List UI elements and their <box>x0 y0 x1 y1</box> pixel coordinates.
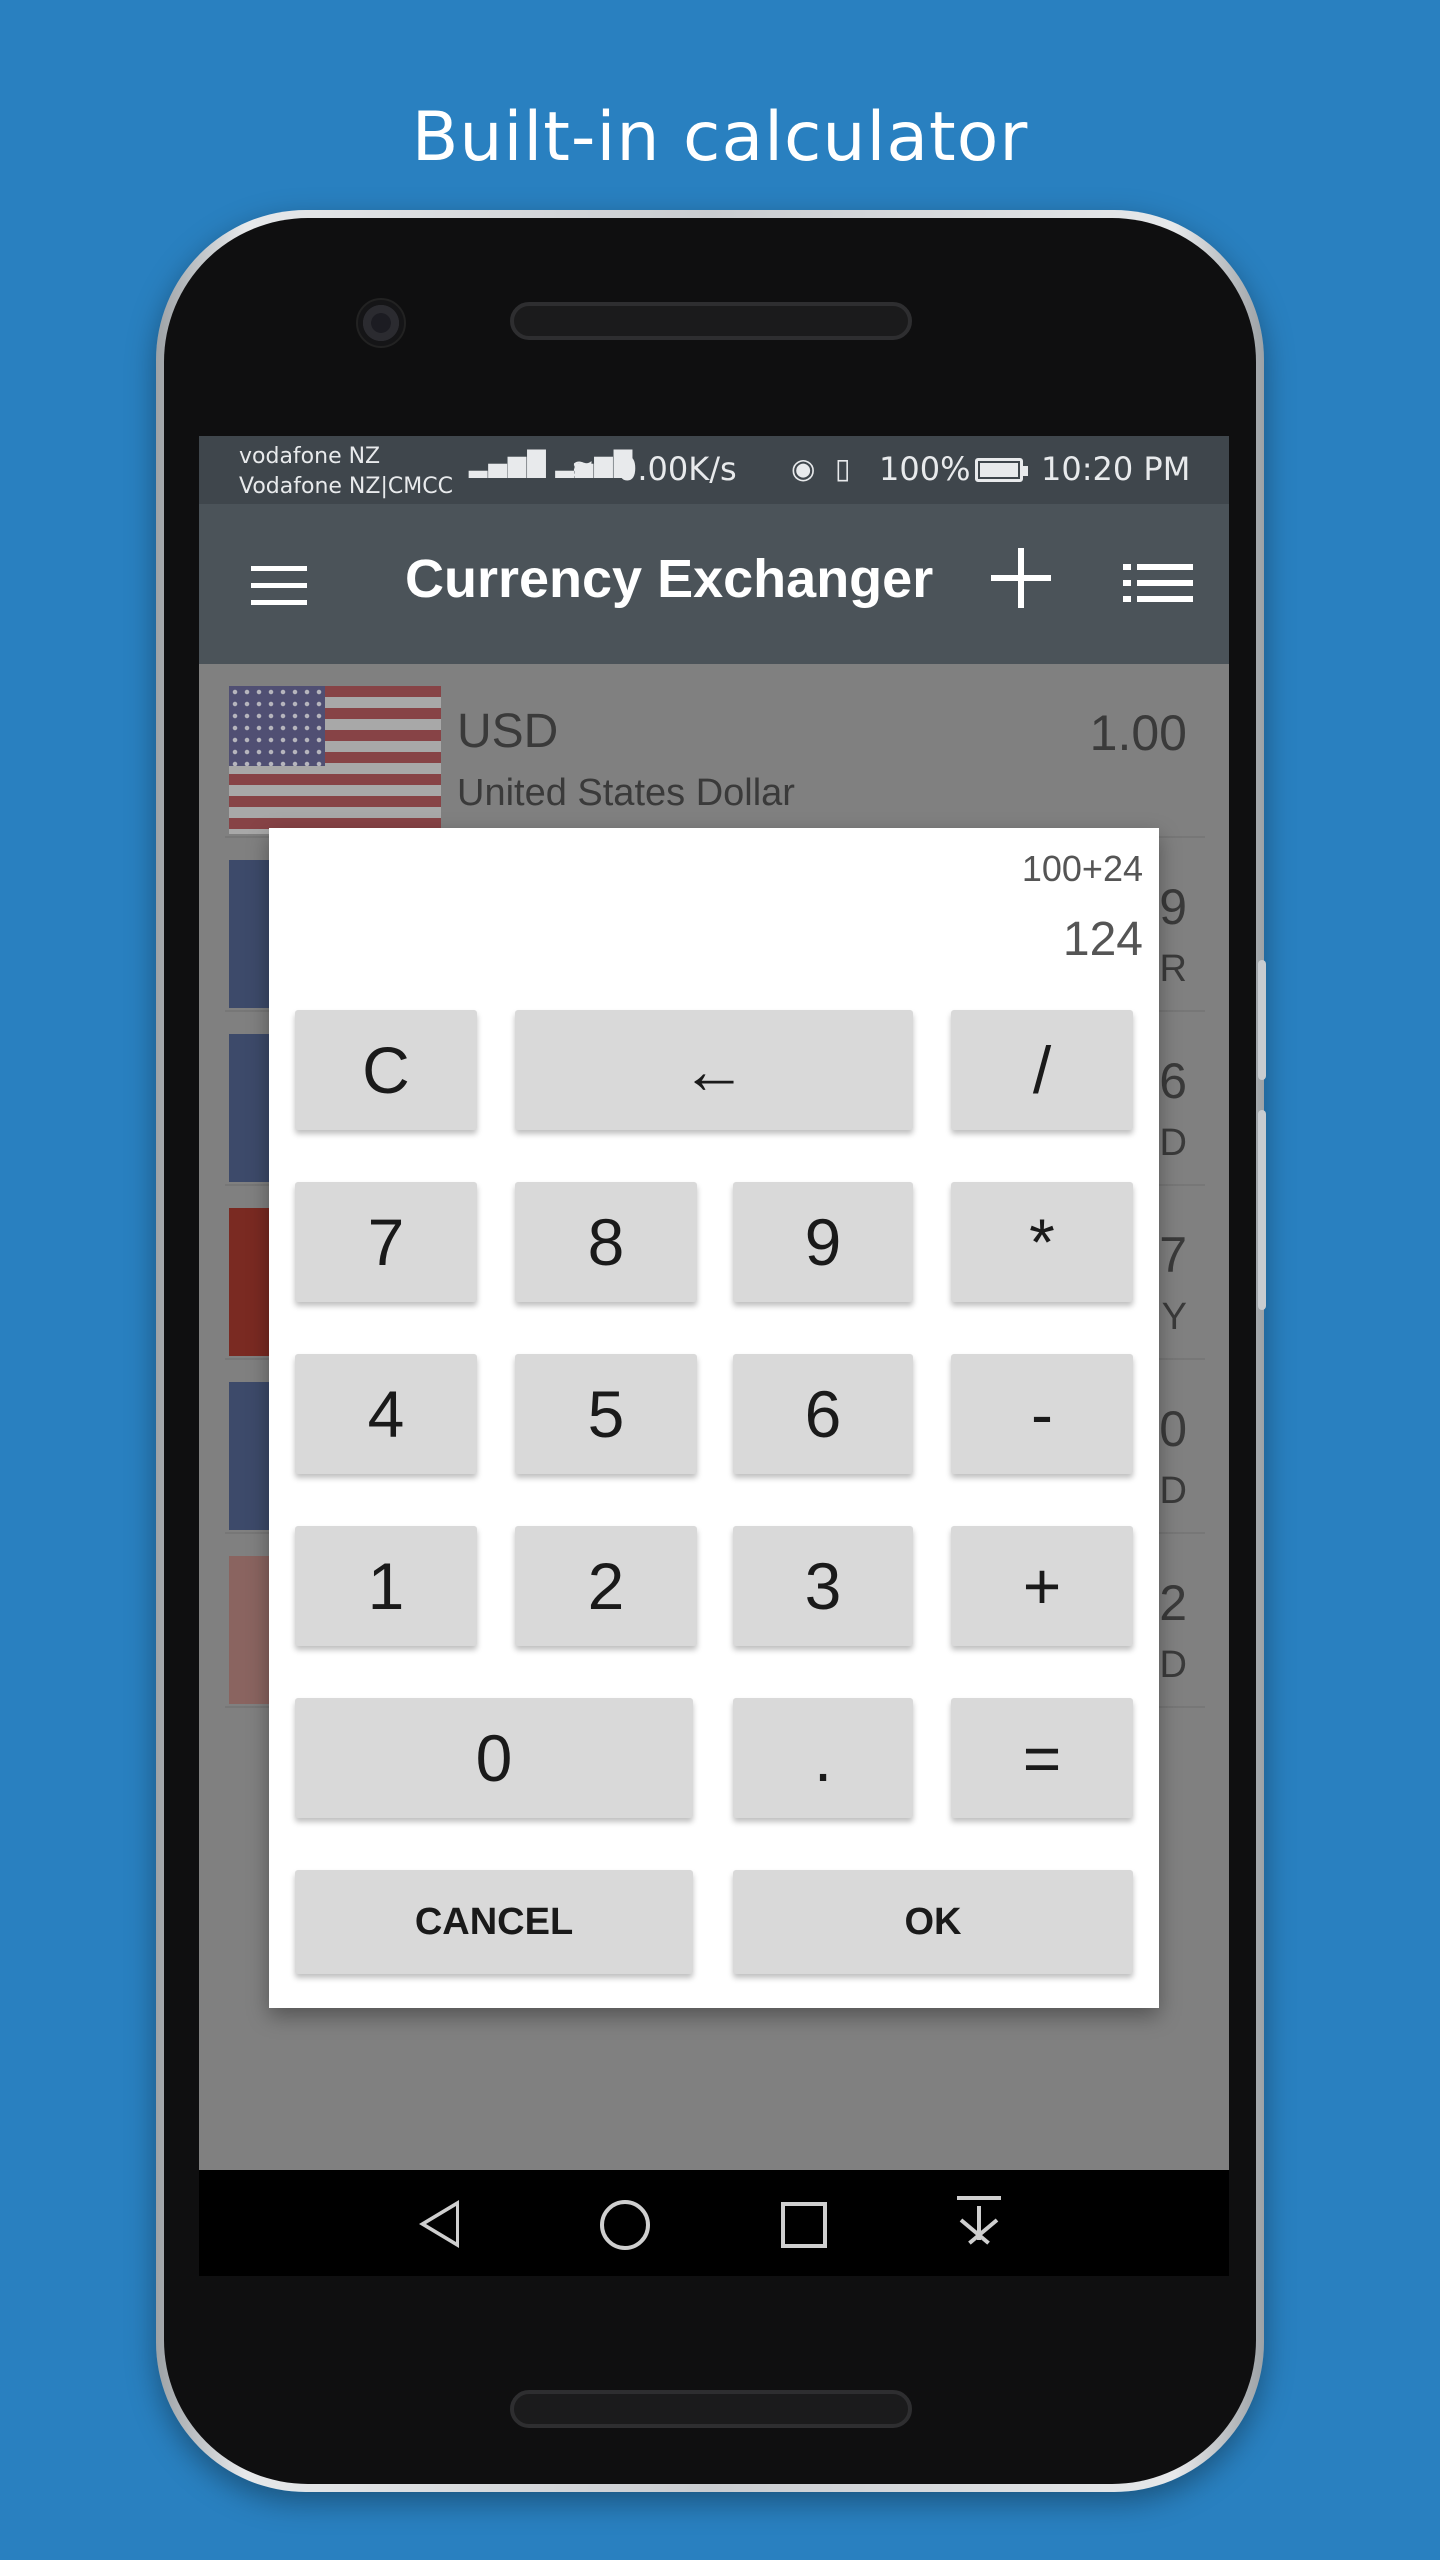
phone-side-button <box>1258 1110 1266 1310</box>
clear-key[interactable]: C <box>295 1010 477 1130</box>
us-flag-stars <box>229 686 325 766</box>
digit-3-key[interactable]: 3 <box>733 1526 913 1646</box>
eye-icon: ◉ <box>791 452 816 485</box>
digit-8-key[interactable]: 8 <box>515 1182 697 1302</box>
currency-code: D <box>1159 1470 1187 1512</box>
back-icon[interactable] <box>419 2200 459 2248</box>
app-bar: Currency Exchanger <box>199 504 1229 664</box>
minus-key[interactable]: - <box>951 1354 1133 1474</box>
digit-1-key[interactable]: 1 <box>295 1526 477 1646</box>
headline: Built-in calculator <box>411 98 1029 177</box>
navigation-bar <box>199 2170 1229 2276</box>
currency-value: 0 <box>1159 1401 1187 1457</box>
backspace-key[interactable]: ← <box>515 1010 913 1130</box>
bottom-speaker <box>510 2390 912 2428</box>
recent-apps-icon[interactable] <box>781 2202 827 2248</box>
carrier-1: vodafone NZ <box>239 444 381 469</box>
battery-percent: 100% <box>879 450 971 488</box>
carrier-info: vodafone NZ Vodafone NZ|CMCC <box>239 442 453 502</box>
digit-5-key[interactable]: 5 <box>515 1354 697 1474</box>
currency-row-usd[interactable]: USD United States Dollar 1.00 <box>225 664 1205 838</box>
plus-key[interactable]: + <box>951 1526 1133 1646</box>
currency-value: 9 <box>1159 879 1187 935</box>
currency-code: Y <box>1161 1296 1187 1338</box>
decimal-key[interactable]: . <box>733 1698 913 1818</box>
notification-pull-icon[interactable] <box>957 2196 1001 2248</box>
app-title: Currency Exchanger <box>405 549 934 609</box>
currency-code: R <box>1159 948 1187 990</box>
home-icon[interactable] <box>600 2200 650 2250</box>
calculator-expression: 100+24 <box>1021 848 1143 889</box>
digit-6-key[interactable]: 6 <box>733 1354 913 1474</box>
currency-value: 6 <box>1159 1053 1187 1109</box>
digit-4-key[interactable]: 4 <box>295 1354 477 1474</box>
digit-0-key[interactable]: 0 <box>295 1698 693 1818</box>
carrier-2: Vodafone NZ|CMCC <box>239 474 453 499</box>
wifi-icon: ≋ <box>571 452 595 485</box>
battery-icon <box>975 458 1028 482</box>
currency-value: 7 <box>1159 1227 1187 1283</box>
multiply-key[interactable]: * <box>951 1182 1133 1302</box>
top-speaker <box>510 302 912 340</box>
signal-icon: ▂▄▆█ ▂▄▆█ <box>469 450 634 478</box>
digit-7-key[interactable]: 7 <box>295 1182 477 1302</box>
calculator-result: 124 <box>1062 913 1143 966</box>
add-currency-button[interactable] <box>991 548 1051 608</box>
currency-code: USD <box>457 705 559 758</box>
phone-side-button <box>1258 960 1266 1080</box>
status-bar: vodafone NZ Vodafone NZ|CMCC ▂▄▆█ ▂▄▆█ ≋… <box>199 436 1229 504</box>
digit-9-key[interactable]: 9 <box>733 1182 913 1302</box>
currency-code: D <box>1159 1644 1187 1686</box>
cancel-button[interactable]: CANCEL <box>295 1870 693 1974</box>
calculator-dialog: 100+24 124 C ← / 7 8 9 * 4 5 6 - 1 2 3 +… <box>269 828 1159 2008</box>
currency-name: United States Dollar <box>457 772 795 814</box>
status-time: 10:20 PM <box>1041 450 1191 488</box>
menu-icon[interactable] <box>251 566 307 606</box>
currency-value: 2 <box>1159 1575 1187 1631</box>
list-view-button[interactable] <box>1123 564 1193 604</box>
ok-button[interactable]: OK <box>733 1870 1133 1974</box>
currency-code: D <box>1159 1122 1187 1164</box>
digit-2-key[interactable]: 2 <box>515 1526 697 1646</box>
network-speed: 0.00K/s <box>617 450 737 488</box>
vibrate-icon: ▯ <box>835 452 851 485</box>
divide-key[interactable]: / <box>951 1010 1133 1130</box>
phone-screen: vodafone NZ Vodafone NZ|CMCC ▂▄▆█ ▂▄▆█ ≋… <box>199 436 1229 2276</box>
front-camera <box>356 298 406 348</box>
currency-value: 1.00 <box>1089 705 1187 761</box>
equals-key[interactable]: = <box>951 1698 1133 1818</box>
